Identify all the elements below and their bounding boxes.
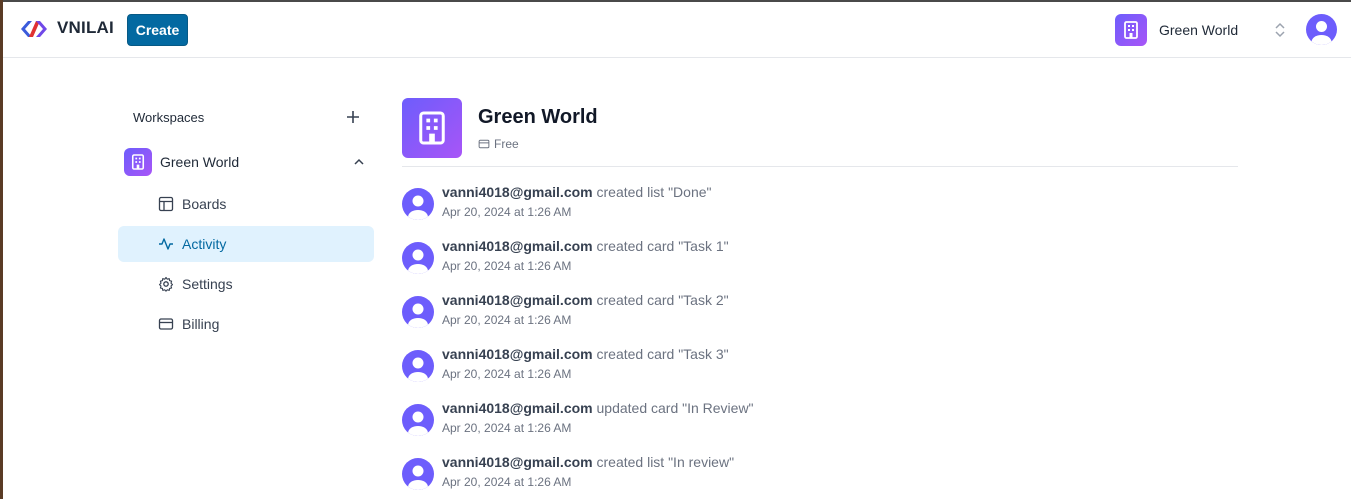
activity-item: vanni4018@gmail.com created card "Task 2… (402, 292, 1238, 340)
sidebar-item-billing[interactable]: Billing (118, 306, 374, 342)
sidebar-item-label: Boards (182, 196, 227, 212)
plan-badge: Free (478, 137, 519, 151)
activity-item: vanni4018@gmail.com created list "Done" A… (402, 184, 1238, 232)
sidebar-item-activity[interactable]: Activity (118, 226, 374, 262)
layout-icon (158, 196, 174, 212)
activity-user: vanni4018@gmail.com (442, 238, 593, 254)
workspace-logo (402, 98, 462, 158)
top-navbar: VNILAI Create Green World (3, 2, 1351, 58)
activity-text: vanni4018@gmail.com created list "In rev… (442, 454, 734, 470)
sidebar-title: Workspaces (133, 110, 205, 125)
activity-user: vanni4018@gmail.com (442, 454, 593, 470)
activity-timestamp: Apr 20, 2024 at 1:26 AM (442, 259, 572, 273)
activity-action: created list "In review" (596, 454, 735, 470)
brand-name[interactable]: VNILAI (57, 18, 114, 38)
activity-text: vanni4018@gmail.com created list "Done" (442, 184, 712, 200)
plan-label: Free (494, 137, 519, 151)
activity-action: created card "Task 1" (596, 238, 729, 254)
sidebar-item-label: Activity (182, 236, 227, 252)
credit-card-icon (478, 139, 490, 149)
activity-text: vanni4018@gmail.com created card "Task 1… (442, 238, 729, 254)
activity-timestamp: Apr 20, 2024 at 1:26 AM (442, 205, 572, 219)
building-icon (124, 148, 152, 176)
activity-text: vanni4018@gmail.com updated card "In Rev… (442, 400, 754, 416)
chevrons-up-down-icon (1275, 22, 1285, 38)
activity-text: vanni4018@gmail.com created card "Task 2… (442, 292, 729, 308)
activity-timestamp: Apr 20, 2024 at 1:26 AM (442, 475, 572, 489)
building-icon (1115, 14, 1147, 46)
activity-action: created card "Task 3" (596, 346, 729, 362)
sidebar-item-label: Billing (182, 316, 220, 332)
gear-icon (158, 276, 174, 292)
activity-item: vanni4018@gmail.com created list "In rev… (402, 454, 1238, 502)
user-avatar (402, 458, 434, 490)
user-avatar (402, 350, 434, 382)
user-avatar (402, 296, 434, 328)
activity-timestamp: Apr 20, 2024 at 1:26 AM (442, 367, 572, 381)
workspace-accordion-trigger[interactable]: Green World (118, 144, 374, 180)
activity-action: created list "Done" (596, 184, 712, 200)
sidebar-item-boards[interactable]: Boards (118, 186, 374, 222)
activity-user: vanni4018@gmail.com (442, 292, 593, 308)
window-left-edge (0, 0, 3, 499)
logo-icon[interactable] (19, 18, 49, 40)
user-avatar (402, 404, 434, 436)
create-button[interactable]: Create (127, 14, 188, 46)
activity-text: vanni4018@gmail.com created card "Task 3… (442, 346, 729, 362)
page-title: Green World (478, 106, 598, 128)
workspace-name: Green World (160, 154, 240, 170)
user-avatar (402, 242, 434, 274)
building-icon (419, 111, 445, 145)
user-avatar (402, 188, 434, 220)
activity-user: vanni4018@gmail.com (442, 346, 593, 362)
workspace-switcher-label: Green World (1159, 22, 1239, 38)
header-divider (402, 166, 1238, 167)
activity-user: vanni4018@gmail.com (442, 400, 593, 416)
activity-item: vanni4018@gmail.com updated card "In Rev… (402, 400, 1238, 448)
activity-action: updated card "In Review" (596, 400, 754, 416)
sidebar-item-label: Settings (182, 276, 233, 292)
plus-icon[interactable] (345, 109, 361, 125)
activity-timestamp: Apr 20, 2024 at 1:26 AM (442, 421, 572, 435)
activity-item: vanni4018@gmail.com created card "Task 1… (402, 238, 1238, 286)
activity-action: created card "Task 2" (596, 292, 729, 308)
user-avatar[interactable] (1306, 14, 1337, 45)
credit-card-icon (158, 318, 174, 330)
activity-timestamp: Apr 20, 2024 at 1:26 AM (442, 313, 572, 327)
chevron-up-icon (354, 158, 364, 165)
sidebar-item-settings[interactable]: Settings (118, 266, 374, 302)
activity-icon (159, 238, 173, 250)
activity-user: vanni4018@gmail.com (442, 184, 593, 200)
activity-item: vanni4018@gmail.com created card "Task 3… (402, 346, 1238, 394)
workspace-switcher[interactable]: Green World (1115, 14, 1295, 46)
